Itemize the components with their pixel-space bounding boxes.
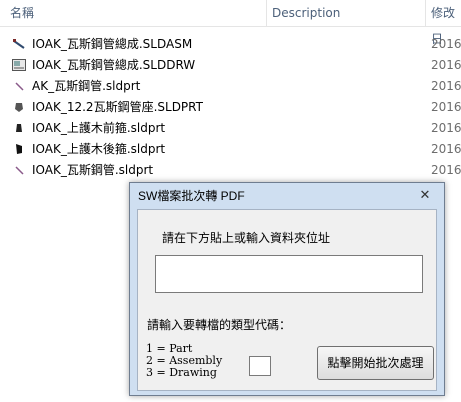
file-date: 2016, (431, 100, 461, 114)
column-modified[interactable]: 修改日 (431, 0, 461, 46)
solidworks-assembly-icon (13, 39, 25, 49)
folder-path-input[interactable] (155, 255, 423, 293)
column-header: 名稱 Description 修改日 (0, 0, 461, 46)
type-legend: 1 = Part 2 = Assembly 3 = Drawing (146, 343, 222, 379)
column-divider[interactable] (266, 0, 267, 26)
close-icon[interactable]: ✕ (418, 189, 432, 203)
type-code-input[interactable] (249, 356, 271, 376)
file-name: IOAK_12.2瓦斯鋼管座.SLDPRT (32, 100, 203, 114)
file-name: IOAK_上護木前箍.sldprt (32, 121, 166, 135)
solidworks-part-icon (15, 103, 23, 112)
file-date: 2016, (431, 121, 461, 135)
solidworks-part-icon (15, 166, 24, 175)
file-date: 2016, (431, 37, 461, 51)
file-date: 2016, (431, 142, 461, 156)
solidworks-part-icon (15, 82, 24, 91)
file-name: IOAK_上護木後箍.sldprt (32, 142, 166, 156)
legend-drawing: 3 = Drawing (146, 366, 217, 379)
dialog-title: SW檔案批次轉 PDF (138, 189, 245, 203)
solidworks-part-icon (16, 144, 22, 154)
list-item[interactable]: IOAK_上護木後箍.sldprt 2016, (0, 139, 461, 160)
file-name: IOAK_瓦斯鋼管總成.SLDDRW (32, 58, 196, 72)
file-date: 2016, (431, 163, 461, 177)
file-date: 2016, (431, 58, 461, 72)
file-name: AK_瓦斯鋼管.sldprt (32, 79, 141, 93)
column-divider[interactable] (425, 0, 426, 26)
solidworks-drawing-icon (12, 59, 26, 71)
column-description[interactable]: Description (272, 0, 340, 26)
start-batch-button[interactable]: 點擊開始批次處理 (317, 346, 434, 380)
file-name: IOAK_瓦斯鋼管.sldprt (32, 163, 154, 177)
batch-pdf-dialog: SW檔案批次轉 PDF ✕ 請在下方貼上或輸入資料夾位址 請輸入要轉檔的類型代碼… (129, 182, 445, 396)
dialog-client-area: 請在下方貼上或輸入資料夾位址 請輸入要轉檔的類型代碼： 1 = Part 2 =… (137, 209, 437, 391)
list-item[interactable]: AK_瓦斯鋼管.sldprt 2016, (0, 76, 461, 97)
list-item[interactable]: IOAK_上護木前箍.sldprt 2016, (0, 118, 461, 139)
list-item[interactable]: IOAK_瓦斯鋼管總成.SLDDRW 2016, (0, 55, 461, 76)
file-name: IOAK_瓦斯鋼管總成.SLDASM (32, 37, 193, 51)
list-item[interactable]: IOAK_瓦斯鋼管總成.SLDASM 2016, (0, 34, 461, 55)
list-item[interactable]: IOAK_瓦斯鋼管.sldprt 2016, (0, 160, 461, 181)
column-name[interactable]: 名稱 (10, 0, 34, 26)
path-prompt-label: 請在下方貼上或輸入資料夾位址 (162, 231, 331, 245)
list-item[interactable]: IOAK_12.2瓦斯鋼管座.SLDPRT 2016, (0, 97, 461, 118)
solidworks-part-icon (16, 124, 22, 132)
type-prompt-label: 請輸入要轉檔的類型代碼： (147, 318, 292, 332)
file-date: 2016, (431, 79, 461, 93)
